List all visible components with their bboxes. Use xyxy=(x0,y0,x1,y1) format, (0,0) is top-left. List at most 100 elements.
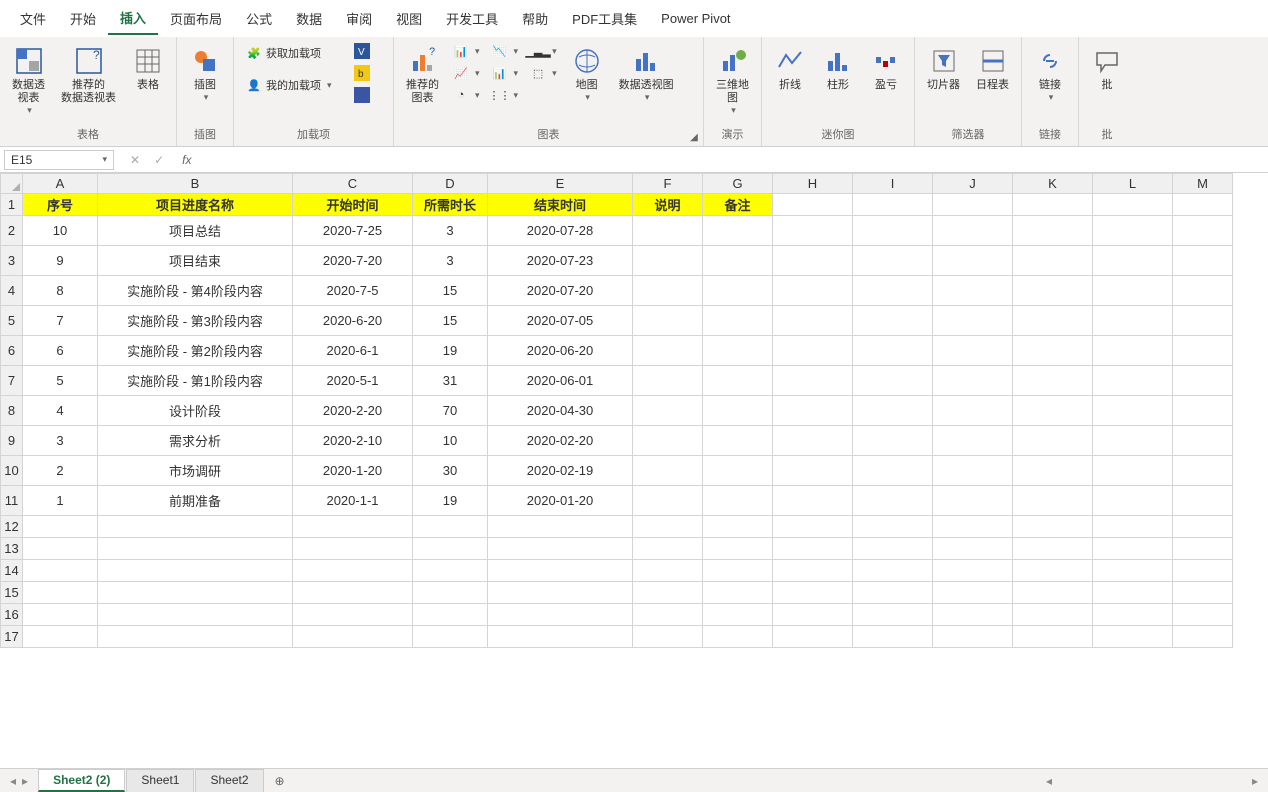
cell[interactable] xyxy=(98,582,293,604)
cell[interactable]: 5 xyxy=(23,366,98,396)
column-header[interactable]: F xyxy=(633,174,703,194)
statistic-chart-button[interactable]: 📊▾ xyxy=(488,63,523,83)
cell[interactable] xyxy=(23,604,98,626)
3d-map-button[interactable]: 三维地图▾ xyxy=(710,41,755,120)
cell[interactable] xyxy=(488,560,633,582)
cell[interactable]: 说明 xyxy=(633,194,703,216)
tab-nav-first[interactable]: ◂ xyxy=(8,774,18,788)
cell[interactable] xyxy=(853,538,933,560)
cell[interactable] xyxy=(98,538,293,560)
row-header[interactable]: 15 xyxy=(1,582,23,604)
cell[interactable]: 实施阶段 - 第3阶段内容 xyxy=(98,306,293,336)
cell[interactable] xyxy=(703,626,773,648)
cell[interactable] xyxy=(1013,560,1093,582)
cell[interactable] xyxy=(488,516,633,538)
cell[interactable]: 实施阶段 - 第2阶段内容 xyxy=(98,336,293,366)
cell[interactable] xyxy=(413,516,488,538)
my-addins-button[interactable]: 👤我的加载项▾ xyxy=(242,75,336,95)
sheet-tab[interactable]: Sheet2 xyxy=(195,769,263,792)
cell[interactable] xyxy=(293,560,413,582)
cancel-formula-button[interactable]: ✕ xyxy=(126,153,144,167)
column-header[interactable]: M xyxy=(1173,174,1233,194)
cell[interactable] xyxy=(933,276,1013,306)
charts-dialog-launcher[interactable]: ◢ xyxy=(687,130,701,144)
cell[interactable] xyxy=(773,582,853,604)
slicer-button[interactable]: 切片器 xyxy=(921,41,966,96)
cell[interactable] xyxy=(1173,582,1233,604)
cell[interactable]: 2020-1-1 xyxy=(293,486,413,516)
menu-开始[interactable]: 开始 xyxy=(58,3,108,34)
horizontal-scroll-right[interactable]: ▸ xyxy=(1252,774,1258,788)
cell[interactable] xyxy=(1173,560,1233,582)
cell[interactable]: 3 xyxy=(23,426,98,456)
cell[interactable] xyxy=(1013,216,1093,246)
cell[interactable] xyxy=(1093,426,1173,456)
pivot-table-button[interactable]: 数据透视表▾ xyxy=(6,41,51,120)
cell[interactable]: 2020-2-20 xyxy=(293,396,413,426)
cell[interactable] xyxy=(1013,276,1093,306)
cell[interactable]: 6 xyxy=(23,336,98,366)
cell[interactable] xyxy=(1013,582,1093,604)
row-header[interactable]: 16 xyxy=(1,604,23,626)
column-header[interactable]: D xyxy=(413,174,488,194)
cell[interactable] xyxy=(633,626,703,648)
line-chart-button[interactable]: 📉▾ xyxy=(488,41,523,61)
cell[interactable] xyxy=(773,486,853,516)
cell[interactable]: 70 xyxy=(413,396,488,426)
cell[interactable] xyxy=(1093,604,1173,626)
cell[interactable] xyxy=(933,336,1013,366)
cell[interactable]: 前期准备 xyxy=(98,486,293,516)
row-header[interactable]: 13 xyxy=(1,538,23,560)
cell[interactable] xyxy=(1173,486,1233,516)
row-header[interactable]: 12 xyxy=(1,516,23,538)
cell[interactable] xyxy=(703,306,773,336)
cell[interactable] xyxy=(23,560,98,582)
cell[interactable] xyxy=(703,216,773,246)
menu-页面布局[interactable]: 页面布局 xyxy=(158,3,234,34)
formula-input[interactable] xyxy=(197,151,1268,169)
column-header[interactable]: A xyxy=(23,174,98,194)
cell[interactable]: 2 xyxy=(23,456,98,486)
enter-formula-button[interactable]: ✓ xyxy=(150,153,168,167)
cell[interactable] xyxy=(703,336,773,366)
column-header[interactable]: J xyxy=(933,174,1013,194)
sparkline-column-button[interactable]: 柱形 xyxy=(816,41,860,96)
cell[interactable]: 3 xyxy=(413,246,488,276)
cell[interactable] xyxy=(773,516,853,538)
combo-chart-button[interactable]: ⬚▾ xyxy=(526,63,561,83)
pie-chart-button[interactable]: ◔▾ xyxy=(449,85,484,105)
cell[interactable] xyxy=(933,306,1013,336)
row-header[interactable]: 4 xyxy=(1,276,23,306)
cell[interactable]: 2020-2-10 xyxy=(293,426,413,456)
cell[interactable]: 10 xyxy=(413,426,488,456)
cell[interactable]: 实施阶段 - 第1阶段内容 xyxy=(98,366,293,396)
row-header[interactable]: 3 xyxy=(1,246,23,276)
pivot-chart-button[interactable]: 数据透视图▾ xyxy=(613,41,680,107)
cell[interactable] xyxy=(1013,396,1093,426)
cell[interactable] xyxy=(1093,486,1173,516)
cell[interactable] xyxy=(1173,456,1233,486)
cell[interactable]: 项目结束 xyxy=(98,246,293,276)
cell[interactable] xyxy=(1013,626,1093,648)
cell[interactable] xyxy=(413,538,488,560)
cell[interactable]: 2020-06-01 xyxy=(488,366,633,396)
cell[interactable]: 2020-07-05 xyxy=(488,306,633,336)
cell[interactable] xyxy=(413,626,488,648)
cell[interactable] xyxy=(633,306,703,336)
cell[interactable] xyxy=(1013,486,1093,516)
cell[interactable]: 2020-1-20 xyxy=(293,456,413,486)
cell[interactable] xyxy=(703,276,773,306)
cell[interactable] xyxy=(1013,516,1093,538)
menu-PDF工具集[interactable]: PDF工具集 xyxy=(560,3,649,34)
cell[interactable]: 市场调研 xyxy=(98,456,293,486)
cell[interactable]: 2020-6-1 xyxy=(293,336,413,366)
cell[interactable]: 2020-02-20 xyxy=(488,426,633,456)
cell[interactable] xyxy=(1173,426,1233,456)
cell[interactable] xyxy=(633,426,703,456)
cell[interactable] xyxy=(1173,336,1233,366)
cell[interactable] xyxy=(633,486,703,516)
cell[interactable] xyxy=(633,216,703,246)
sparkline-line-button[interactable]: 折线 xyxy=(768,41,812,96)
cell[interactable]: 2020-7-5 xyxy=(293,276,413,306)
cell[interactable] xyxy=(1173,538,1233,560)
